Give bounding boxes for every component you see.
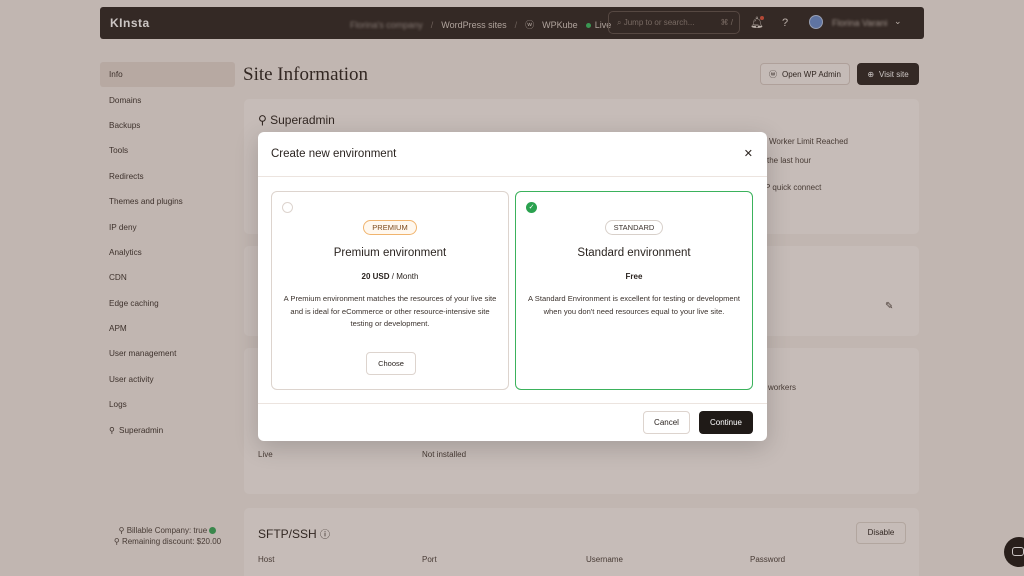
continue-button[interactable]: Continue — [699, 411, 753, 434]
premium-badge: PREMIUM — [363, 220, 417, 235]
radio-unchecked-icon[interactable] — [282, 202, 293, 213]
price-period: / Month — [389, 272, 419, 281]
option-title: Standard environment — [577, 247, 691, 259]
option-title: Premium environment — [333, 247, 447, 259]
option-description: A Standard Environment is excellent for … — [528, 294, 740, 316]
price-amount: Free — [625, 272, 643, 281]
cancel-button[interactable]: Cancel — [643, 411, 690, 434]
divider — [258, 403, 767, 404]
option-price: 20 USD / Month — [272, 272, 508, 281]
premium-environment-option[interactable]: PREMIUM Premium environment 20 USD / Mon… — [271, 191, 509, 390]
standard-badge: STANDARD — [604, 220, 664, 235]
standard-environment-option[interactable]: ✓ STANDARD Standard environment Free A S… — [515, 191, 753, 390]
price-amount: 20 USD — [361, 272, 390, 281]
check-circle-icon[interactable]: ✓ — [526, 202, 537, 213]
choose-button[interactable]: Choose — [366, 352, 416, 375]
option-price: Free — [516, 272, 752, 281]
divider — [258, 176, 767, 177]
modal-title: Create new environment — [271, 148, 397, 160]
option-description: A Premium environment matches the resour… — [283, 294, 497, 329]
create-environment-modal: Create new environment ✕ PREMIUM Premium… — [258, 132, 767, 441]
close-icon[interactable]: ✕ — [744, 147, 753, 160]
